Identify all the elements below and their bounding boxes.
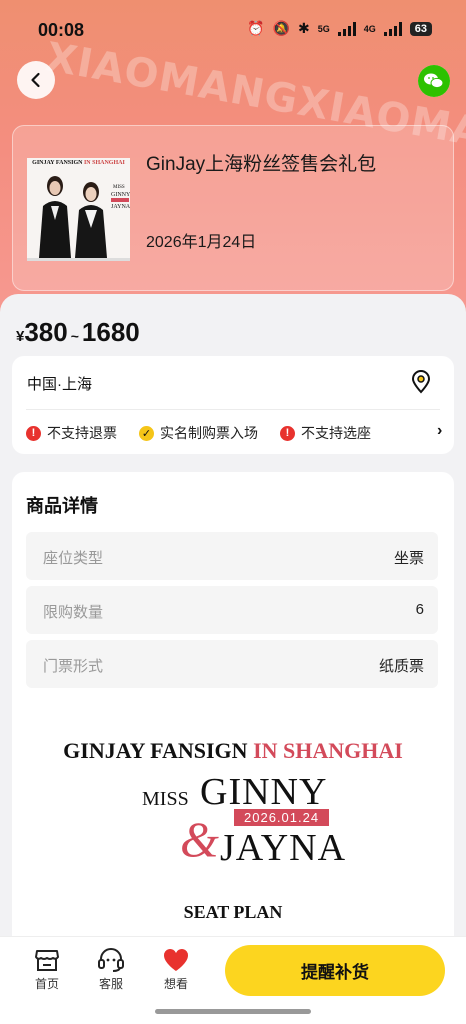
network-5g-label: 5G — [317, 23, 330, 34]
detail-value: 6 — [415, 601, 424, 618]
poster-miss: MISS — [142, 788, 189, 810]
event-summary-card[interactable]: GINJAY FANSIGN IN SHANGHAI MISS GINNY JA… — [12, 125, 454, 291]
svg-text:JAYNA: JAYNA — [111, 204, 130, 210]
restock-reminder-button[interactable]: 提醒补货 — [225, 945, 445, 996]
network-4g-label: 4G — [363, 23, 376, 34]
chevron-right-icon[interactable]: › — [437, 422, 442, 440]
exclamation-icon: ! — [280, 425, 295, 441]
venue-city: 中国·上海 — [27, 376, 92, 393]
nav-want-button[interactable]: 想看 — [154, 945, 198, 992]
price-min: 380 — [24, 317, 68, 347]
policy-no-seat-select: ! 不支持选座 — [280, 423, 371, 443]
bluetooth-icon: ✱ — [297, 20, 310, 36]
status-bar: 00:08 ⏰ 🔕 ✱ 5G 4G 63 — [0, 0, 466, 62]
nav-want-label: 想看 — [163, 977, 188, 991]
section-title: 商品详情 — [26, 496, 98, 516]
event-poster-thumbnail[interactable]: GINJAY FANSIGN IN SHANGHAI MISS GINNY JA… — [27, 158, 130, 261]
location-pin-icon[interactable] — [410, 370, 432, 399]
poster-seat-plan: SEAT PLAN — [183, 902, 283, 922]
event-date: 2026年1月24日 — [146, 234, 257, 251]
price-separator: ~ — [70, 328, 79, 344]
wechat-icon — [418, 65, 450, 97]
nav-service-button[interactable]: 客服 — [89, 945, 133, 992]
svg-text:GINNY: GINNY — [111, 192, 130, 198]
battery-icon: 63 — [409, 21, 432, 36]
heart-icon — [154, 945, 198, 975]
poster-figures-image: MISS GINNY JAYNA — [27, 176, 130, 261]
poster-date: 2026.01.24 — [234, 809, 330, 826]
policy-real-name: ✓ 实名制购票入场 — [139, 423, 258, 443]
signal-icon-2 — [383, 21, 402, 36]
check-icon: ✓ — [139, 425, 154, 441]
home-indicator — [155, 1009, 311, 1014]
detail-row-purchase-limit: 限购数量 6 — [26, 586, 438, 634]
status-icons: ⏰ 🔕 ✱ 5G 4G 63 — [247, 20, 432, 37]
detail-key: 限购数量 — [43, 604, 104, 621]
ticket-policy-tags[interactable]: ! 不支持退票 ✓ 实名制购票入场 ! 不支持选座 — [26, 423, 393, 443]
nav-home-button[interactable]: 首页 — [25, 945, 69, 992]
wechat-share-button[interactable] — [418, 65, 450, 97]
poster-name-jayna: JAYNA — [220, 827, 347, 869]
chevron-left-icon — [31, 72, 40, 88]
nav-service-label: 客服 — [98, 977, 123, 991]
alarm-icon: ⏰ — [247, 20, 265, 36]
divider — [26, 409, 440, 410]
headset-icon — [89, 945, 133, 975]
mute-icon: 🔕 — [272, 20, 290, 36]
price-max: 1680 — [81, 317, 140, 347]
poster-headline: GINJAY FANSIGN IN SHANGHAI — [63, 738, 403, 763]
poster-ampersand: & — [180, 811, 219, 867]
status-time: 00:08 — [38, 20, 85, 40]
policy-no-refund: ! 不支持退票 — [26, 423, 117, 443]
event-title: GinJay上海粉丝签售会礼包 — [146, 154, 377, 175]
nav-home-label: 首页 — [34, 977, 59, 991]
detail-key: 座位类型 — [43, 550, 104, 567]
venue-info-card: 中国·上海 ! 不支持退票 ✓ 实名制购票入场 ! 不支持选座 › — [12, 356, 454, 454]
signal-icon — [337, 21, 356, 36]
detail-value: 坐票 — [393, 550, 424, 567]
detail-value: 纸质票 — [378, 658, 424, 675]
back-button[interactable] — [17, 61, 55, 99]
price-range: ¥380 ~1680 — [16, 317, 140, 348]
store-icon — [25, 945, 69, 975]
detail-row-ticket-format: 门票形式 纸质票 — [26, 640, 438, 688]
svg-text:MISS: MISS — [113, 185, 125, 190]
exclamation-icon: ! — [26, 425, 41, 441]
detail-row-seat-type: 座位类型 坐票 — [26, 532, 438, 580]
detail-key: 门票形式 — [43, 658, 104, 675]
poster-name-ginny: GINNY — [200, 771, 328, 813]
